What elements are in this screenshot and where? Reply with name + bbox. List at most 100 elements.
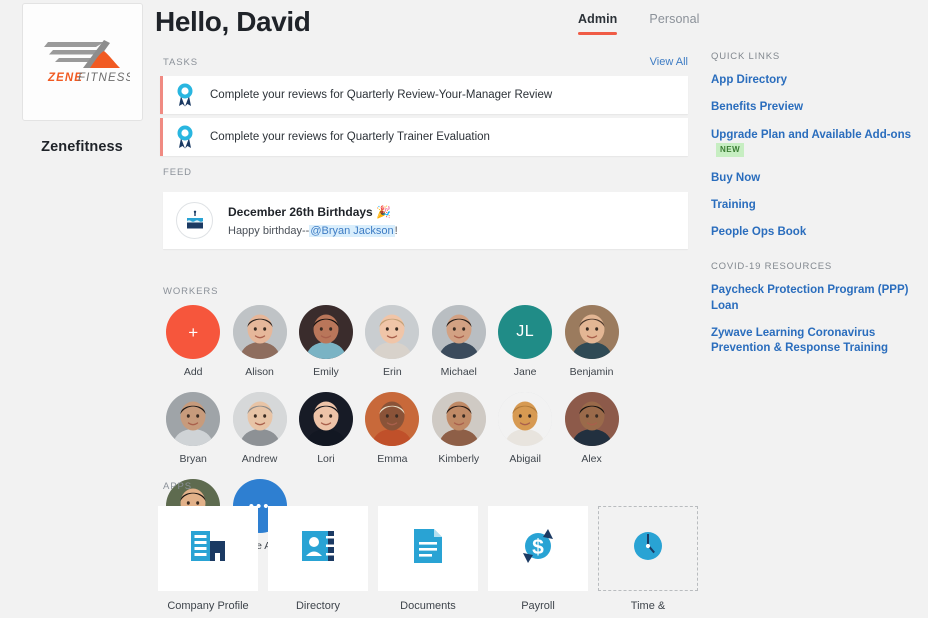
feed-mention-link[interactable]: @Bryan Jackson [309,225,394,237]
worker-andrew[interactable]: Andrew [226,392,292,465]
quick-link-label: Zywave Learning Coronavirus Prevention &… [711,327,888,354]
document-icon [405,523,451,574]
apps-label: APPS [163,481,192,492]
app-tile[interactable] [598,506,698,591]
tasks-view-all-link[interactable]: View All [650,56,688,68]
avatar [365,305,419,359]
feed-body-suffix: ! [395,225,398,237]
app-tile[interactable] [378,506,478,591]
worker-emma[interactable]: Emma [359,392,425,465]
svg-text:$: $ [532,536,544,559]
worker-jane[interactable]: JLJane [492,305,558,378]
worker-alex[interactable]: Alex [558,392,624,465]
avatar [498,392,552,446]
apps-row: Company Profile Directory Documents $Payrol… [158,506,698,612]
worker-name: Andrew [226,453,292,465]
task-row[interactable]: Complete your reviews for Quarterly Trai… [160,118,688,156]
covid-resources-heading: COVID-19 RESOURCES [711,261,916,272]
worker-name: Alex [558,453,624,465]
award-ribbon-icon [174,83,196,107]
company-name: Zenefitness [41,139,123,155]
quick-link-label: Training [711,199,756,211]
avatar [233,392,287,446]
quick-link-benefits-preview[interactable]: Benefits Preview [711,100,916,115]
worker-name: Emily [293,366,359,378]
avatar [565,392,619,446]
avatar-photo [565,305,619,359]
task-text: Complete your reviews for Quarterly Revi… [210,89,552,101]
avatar [565,305,619,359]
app-company-profile[interactable]: Company Profile [158,506,258,612]
company-logo-card: ZENE FITNESS [22,3,143,121]
worker-name: Bryan [160,453,226,465]
avatar-photo [233,305,287,359]
quick-link-zywave-learning-coronavirus-prevention-response-training[interactable]: Zywave Learning Coronavirus Prevention &… [711,326,916,357]
worker-benjamin[interactable]: Benjamin [558,305,624,378]
worker-emily[interactable]: Emily [293,305,359,378]
worker-name: Emma [359,453,425,465]
app-name: Documents [378,600,478,612]
tab-personal[interactable]: Personal [649,12,699,35]
worker-name: Abigail [492,453,558,465]
birthday-cake-icon [176,202,213,239]
avatar-photo [432,305,486,359]
app-tile[interactable] [268,506,368,591]
app-name: Company Profile [158,600,258,612]
worker-name: Alison [226,366,292,378]
award-ribbon-icon [174,125,196,149]
quick-link-label: Upgrade Plan and Available Add-ons [711,129,911,141]
covid-resources-list: Paycheck Protection Program (PPP) Loan Zy… [711,283,916,356]
tasks-header: TASKS View All [163,56,688,68]
worker-name: Michael [426,366,492,378]
quick-link-paycheck-protection-program-ppp-loan[interactable]: Paycheck Protection Program (PPP) Loan [711,283,916,314]
app-payroll[interactable]: $Payroll [488,506,588,612]
building-icon [185,523,231,574]
app-directory[interactable]: Directory [268,506,368,612]
app-tile[interactable] [158,506,258,591]
tab-admin[interactable]: Admin [578,12,617,35]
avatar [299,305,353,359]
app-time[interactable]: Time & [598,506,698,612]
add-worker-icon[interactable]: + [166,305,220,359]
quick-link-app-directory[interactable]: App Directory [711,73,916,88]
worker-lori[interactable]: Lori [293,392,359,465]
app-name: Directory [268,600,368,612]
avatar [233,305,287,359]
quick-links-list: App Directory Benefits Preview Upgrade Pla… [711,73,916,240]
worker-abigail[interactable]: Abigail [492,392,558,465]
avatar-photo [233,392,287,446]
worker-kimberly[interactable]: Kimberly [426,392,492,465]
task-text: Complete your reviews for Quarterly Trai… [210,131,490,143]
avatar-photo [365,392,419,446]
avatar [365,392,419,446]
avatar-photo [565,392,619,446]
clock-icon [625,523,671,574]
avatar-photo [299,392,353,446]
feed-label: FEED [163,167,192,178]
worker-add[interactable]: + Add [160,305,226,378]
feed-card[interactable]: December 26th Birthdays 🎉 Happy birthday… [163,192,688,249]
quick-link-buy-now[interactable]: Buy Now [711,171,916,186]
task-row[interactable]: Complete your reviews for Quarterly Revi… [160,76,688,114]
svg-text:FITNESS: FITNESS [78,72,130,84]
worker-alison[interactable]: Alison [226,305,292,378]
worker-name: Lori [293,453,359,465]
app-documents[interactable]: Documents [378,506,478,612]
page-title: Hello, David [155,6,310,38]
worker-name: Add [160,366,226,378]
new-badge: NEW [716,143,744,158]
avatar [432,305,486,359]
feed-body-prefix: Happy birthday-- [228,225,309,237]
avatar [166,392,220,446]
quick-link-label: Paycheck Protection Program (PPP) Loan [711,284,908,311]
view-tabs: Admin Personal [578,12,700,35]
quick-link-training[interactable]: Training [711,198,916,213]
dashboard-page: ZENE FITNESS Zenefitness Hello, David Ad… [0,0,928,618]
app-tile[interactable]: $ [488,506,588,591]
avatar-photo [166,392,220,446]
worker-erin[interactable]: Erin [359,305,425,378]
quick-link-people-ops-book[interactable]: People Ops Book [711,225,916,240]
quick-link-upgrade-plan-and-available-add-ons[interactable]: Upgrade Plan and Available Add-ons NEW [711,128,916,159]
worker-michael[interactable]: Michael [426,305,492,378]
worker-bryan[interactable]: Bryan [160,392,226,465]
